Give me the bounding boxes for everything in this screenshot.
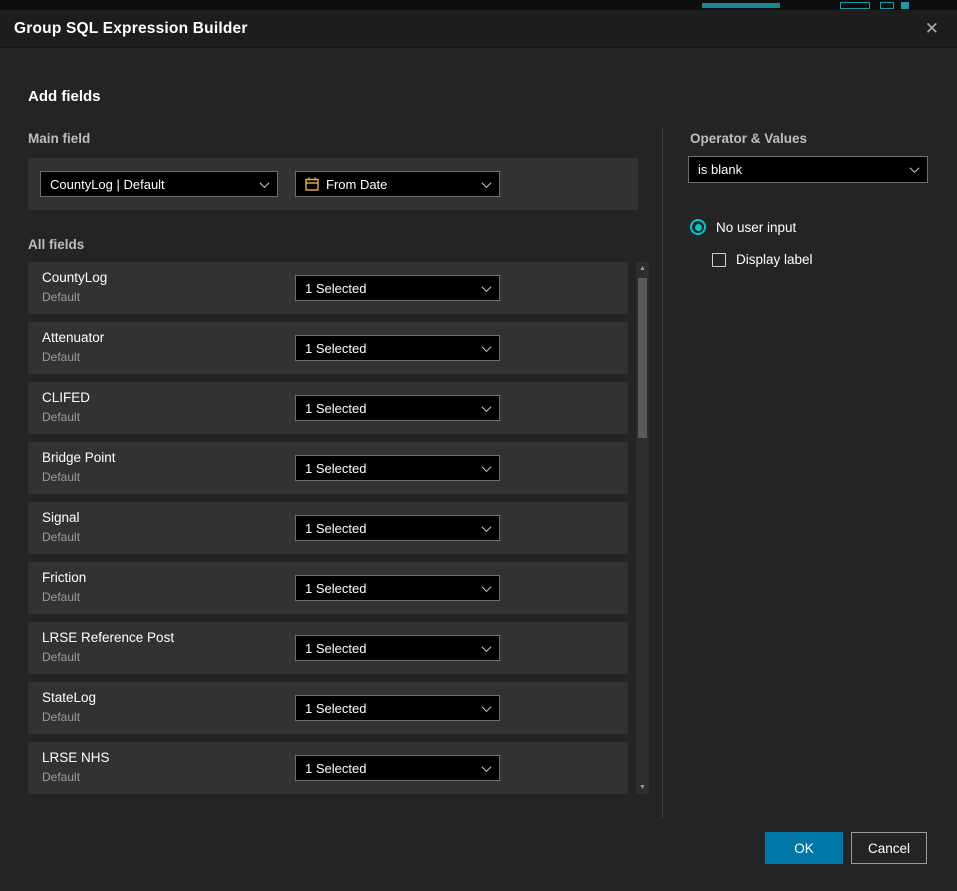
field-sublabel: Default	[42, 590, 80, 604]
chevron-down-icon	[482, 702, 492, 712]
group-sql-expression-builder-dialog: Group SQL Expression Builder ✕ Add field…	[0, 10, 957, 891]
underlying-toolbar-icon	[840, 2, 870, 9]
field-selection-dropdown[interactable]: 1 Selected	[295, 275, 500, 301]
main-field-field-value: From Date	[326, 177, 387, 192]
checkbox-label: Display label	[736, 252, 813, 267]
field-name: CLIFED	[42, 390, 90, 405]
field-row: CountyLog Default 1 Selected	[28, 262, 628, 314]
scroll-up-icon[interactable]: ▲	[639, 265, 646, 272]
chevron-down-icon	[260, 178, 270, 188]
field-selection-dropdown[interactable]: 1 Selected	[295, 755, 500, 781]
field-name: Signal	[42, 510, 80, 525]
scrollbar[interactable]: ▲ ▼	[636, 262, 649, 794]
field-selection-value: 1 Selected	[305, 521, 366, 536]
chevron-down-icon	[482, 282, 492, 292]
main-field-panel: CountyLog | Default From Date	[28, 158, 638, 210]
no-user-input-radio[interactable]: No user input	[690, 219, 796, 235]
field-row: Friction Default 1 Selected	[28, 562, 628, 614]
field-sublabel: Default	[42, 710, 80, 724]
field-sublabel: Default	[42, 530, 80, 544]
field-selection-value: 1 Selected	[305, 341, 366, 356]
field-selection-value: 1 Selected	[305, 581, 366, 596]
operator-dropdown[interactable]: is blank	[688, 156, 928, 183]
field-row: CLIFED Default 1 Selected	[28, 382, 628, 434]
field-name: LRSE Reference Post	[42, 630, 174, 645]
chevron-down-icon	[910, 163, 920, 173]
field-selection-dropdown[interactable]: 1 Selected	[295, 515, 500, 541]
radio-label: No user input	[716, 220, 796, 235]
dialog-title: Group SQL Expression Builder	[14, 20, 248, 38]
field-name: Attenuator	[42, 330, 104, 345]
underlying-toolbar-icon	[880, 2, 894, 9]
chevron-down-icon	[482, 582, 492, 592]
dialog-header: Group SQL Expression Builder ✕	[0, 10, 957, 48]
field-sublabel: Default	[42, 410, 80, 424]
operator-values-heading: Operator & Values	[690, 131, 807, 146]
main-field-layer-value: CountyLog | Default	[50, 177, 165, 192]
cancel-button[interactable]: Cancel	[851, 832, 927, 864]
field-row: LRSE Reference Post Default 1 Selected	[28, 622, 628, 674]
underlying-toolbar-icon	[901, 2, 909, 9]
main-field-field-dropdown[interactable]: From Date	[295, 171, 500, 197]
field-selection-dropdown[interactable]: 1 Selected	[295, 635, 500, 661]
chevron-down-icon	[482, 762, 492, 772]
field-selection-dropdown[interactable]: 1 Selected	[295, 575, 500, 601]
chevron-down-icon	[482, 462, 492, 472]
field-selection-dropdown[interactable]: 1 Selected	[295, 455, 500, 481]
main-field-heading: Main field	[28, 131, 90, 146]
field-row: Signal Default 1 Selected	[28, 502, 628, 554]
field-name: LRSE NHS	[42, 750, 110, 765]
field-sublabel: Default	[42, 770, 80, 784]
all-fields-heading: All fields	[28, 237, 84, 252]
dialog-footer: OK Cancel	[765, 832, 927, 864]
chevron-down-icon	[482, 178, 492, 188]
chevron-down-icon	[482, 342, 492, 352]
field-selection-value: 1 Selected	[305, 461, 366, 476]
field-sublabel: Default	[42, 470, 80, 484]
field-row: LRSE NHS Default 1 Selected	[28, 742, 628, 794]
field-row: Attenuator Default 1 Selected	[28, 322, 628, 374]
field-row: Bridge Point Default 1 Selected	[28, 442, 628, 494]
field-selection-value: 1 Selected	[305, 701, 366, 716]
display-label-checkbox[interactable]: Display label	[712, 252, 813, 267]
radio-selected-icon	[690, 219, 706, 235]
field-row: StateLog Default 1 Selected	[28, 682, 628, 734]
close-icon[interactable]: ✕	[921, 18, 943, 39]
underlying-teal-text	[702, 3, 780, 8]
field-name: Bridge Point	[42, 450, 116, 465]
all-fields-list: CountyLog Default 1 Selected Attenuator …	[28, 262, 628, 794]
field-selection-value: 1 Selected	[305, 761, 366, 776]
field-sublabel: Default	[42, 350, 80, 364]
chevron-down-icon	[482, 402, 492, 412]
main-field-layer-dropdown[interactable]: CountyLog | Default	[40, 171, 278, 197]
underlying-app-edge	[0, 0, 957, 10]
field-selection-value: 1 Selected	[305, 401, 366, 416]
field-selection-value: 1 Selected	[305, 641, 366, 656]
scroll-down-icon[interactable]: ▼	[639, 784, 646, 791]
vertical-divider	[662, 128, 663, 818]
field-sublabel: Default	[42, 290, 80, 304]
ok-button[interactable]: OK	[765, 832, 843, 864]
scrollbar-thumb[interactable]	[638, 278, 647, 438]
checkbox-unchecked-icon	[712, 253, 726, 267]
chevron-down-icon	[482, 642, 492, 652]
field-sublabel: Default	[42, 650, 80, 664]
field-name: Friction	[42, 570, 86, 585]
field-selection-dropdown[interactable]: 1 Selected	[295, 395, 500, 421]
field-name: CountyLog	[42, 270, 107, 285]
calendar-icon	[305, 177, 319, 191]
chevron-down-icon	[482, 522, 492, 532]
operator-value: is blank	[698, 162, 742, 177]
add-fields-heading: Add fields	[28, 88, 101, 105]
field-selection-dropdown[interactable]: 1 Selected	[295, 695, 500, 721]
field-name: StateLog	[42, 690, 96, 705]
field-selection-dropdown[interactable]: 1 Selected	[295, 335, 500, 361]
field-selection-value: 1 Selected	[305, 281, 366, 296]
